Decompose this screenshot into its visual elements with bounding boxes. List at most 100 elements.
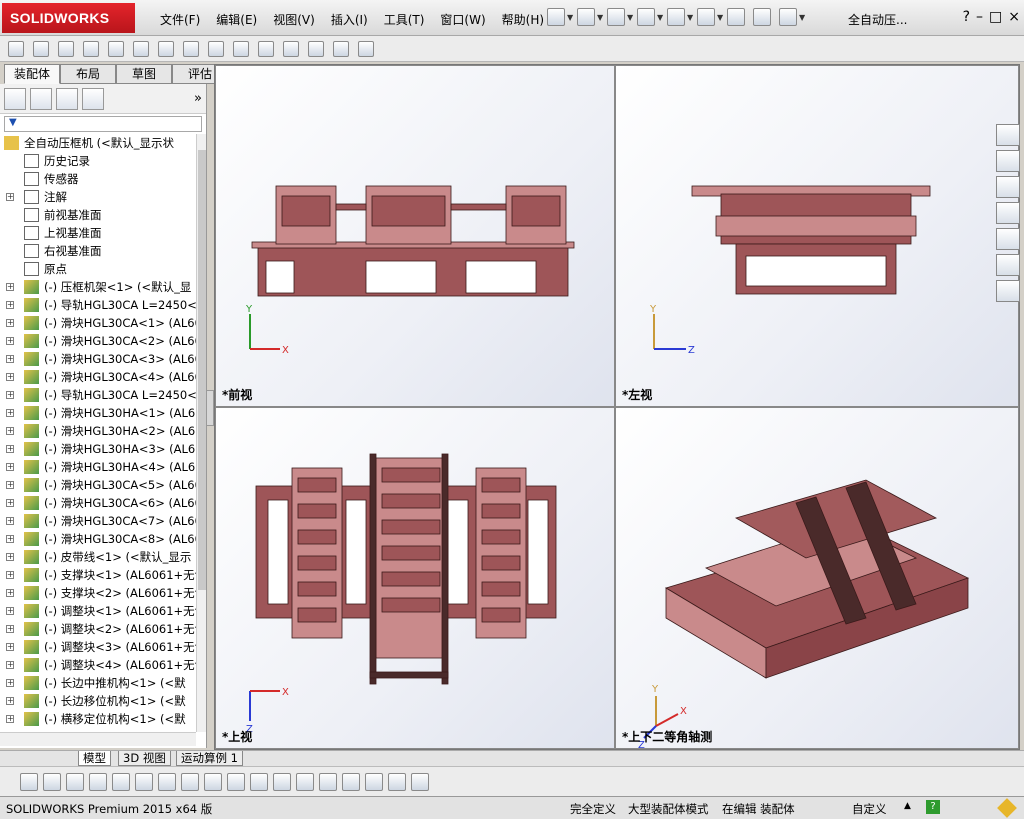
tree-component-row[interactable]: + (-) 支撑块<2> (AL6061+无色 [0, 584, 196, 602]
tree-item[interactable]: 右视基准面 [0, 242, 196, 260]
expand-icon[interactable]: + [6, 607, 14, 615]
expand-icon[interactable]: + [6, 427, 14, 435]
tree-item[interactable]: 上视基准面 [0, 224, 196, 242]
tree-item[interactable]: + 注解 [0, 188, 196, 206]
viewport-left[interactable]: Y Z *左视 [615, 65, 1019, 407]
menu-file[interactable]: 文件(F) [152, 11, 208, 28]
polygon-icon[interactable] [112, 772, 130, 791]
expand-icon[interactable]: + [6, 445, 14, 453]
panel-collapse-handle[interactable] [206, 390, 214, 426]
move-component-icon[interactable] [108, 40, 124, 57]
file-properties-icon[interactable] [753, 8, 771, 26]
expand-icon[interactable]: + [6, 535, 14, 543]
insert-component-icon[interactable] [33, 40, 49, 57]
help-icon[interactable]: ? [926, 800, 940, 814]
tree-component-row[interactable]: + (-) 滑块HGL30HA<4> (AL606 [0, 458, 196, 476]
take-snapshot-icon[interactable] [358, 40, 374, 57]
tree-component-row[interactable]: + (-) 滑块HGL30HA<1> (AL606 [0, 404, 196, 422]
assembly-features-icon[interactable] [158, 40, 174, 57]
expand-icon[interactable]: + [6, 193, 14, 201]
tag-icon[interactable] [997, 798, 1017, 818]
chevron-down-icon[interactable]: ▼ [799, 13, 805, 22]
scroll-thumb[interactable] [198, 150, 206, 590]
component-pattern-icon[interactable] [83, 40, 99, 57]
viewport-top[interactable]: X Z *上视 [215, 407, 615, 749]
expand-icon[interactable]: + [6, 355, 14, 363]
expand-icon[interactable]: + [6, 301, 14, 309]
3d-sketch-icon[interactable] [342, 772, 360, 791]
expand-icon[interactable]: + [6, 337, 14, 345]
explode-line-sketch-icon[interactable] [283, 40, 299, 57]
chevron-down-icon[interactable]: ▼ [657, 13, 663, 22]
expand-icon[interactable]: + [6, 517, 14, 525]
trim-icon[interactable] [135, 772, 153, 791]
offset-icon[interactable] [181, 772, 199, 791]
circle-icon[interactable] [66, 772, 84, 791]
tree-component-row[interactable]: + (-) 滑块HGL30CA<6> (AL606 [0, 494, 196, 512]
save-icon[interactable] [607, 8, 625, 26]
show-hidden-icon[interactable] [133, 40, 149, 57]
tree-component-row[interactable]: + (-) 滑块HGL30CA<8> (AL606 [0, 530, 196, 548]
chamfer-icon[interactable] [250, 772, 268, 791]
expand-icon[interactable]: + [6, 463, 14, 471]
tree-component-row[interactable]: + (-) 长边移位机构<1> (<默 [0, 692, 196, 710]
view-palette-icon[interactable] [996, 202, 1020, 224]
tab-assembly[interactable]: 装配体 [4, 64, 60, 84]
expand-icon[interactable]: + [6, 481, 14, 489]
forum-icon[interactable] [996, 280, 1020, 302]
tree-component-row[interactable]: + (-) 滑块HGL30HA<3> (AL606 [0, 440, 196, 458]
tab-model[interactable]: 模型 [78, 751, 111, 766]
tree-component-row[interactable]: + (-) 调整块<4> (AL6061+无色 [0, 656, 196, 674]
tree-item[interactable]: 传感器 [0, 170, 196, 188]
file-explorer-icon[interactable] [996, 176, 1020, 198]
tab-3d-views[interactable]: 3D 视图 [118, 751, 171, 766]
tree-component-row[interactable]: + (-) 滑块HGL30CA<7> (AL606 [0, 512, 196, 530]
construction-line-icon[interactable] [273, 772, 291, 791]
design-library-icon[interactable] [996, 150, 1020, 172]
print-icon[interactable] [637, 8, 655, 26]
viewport-front[interactable]: Y X *前视 [215, 65, 615, 407]
appearances-icon[interactable] [996, 228, 1020, 250]
custom-properties-icon[interactable] [996, 254, 1020, 276]
tab-sketch[interactable]: 草图 [116, 64, 172, 84]
options-icon[interactable] [779, 8, 797, 26]
expand-icon[interactable]: + [6, 625, 14, 633]
chevron-down-icon[interactable]: ▼ [567, 13, 573, 22]
tree-vertical-scrollbar[interactable] [196, 134, 206, 732]
tree-component-row[interactable]: + (-) 导轨HGL30CA L=2450<2 [0, 386, 196, 404]
smart-dimension-icon[interactable] [296, 772, 314, 791]
menu-edit[interactable]: 编辑(E) [208, 11, 265, 28]
tree-component-row[interactable]: + (-) 滑块HGL30CA<3> (AL606 [0, 350, 196, 368]
display-manager-icon[interactable] [82, 87, 104, 110]
update-speedpak-icon[interactable] [333, 40, 349, 57]
instant3d-icon[interactable] [308, 40, 324, 57]
expand-icon[interactable]: + [6, 409, 14, 417]
expand-icon[interactable]: + [6, 679, 14, 687]
expand-icon[interactable]: + [6, 661, 14, 669]
tree-component-row[interactable]: + (-) 滑块HGL30CA<1> (AL606 [0, 314, 196, 332]
bill-of-materials-icon[interactable] [233, 40, 249, 57]
tree-item[interactable]: 前视基准面 [0, 206, 196, 224]
expand-icon[interactable]: + [6, 589, 14, 597]
exploded-view-icon[interactable] [258, 40, 274, 57]
solidworks-logo[interactable]: SOLIDWORKS [2, 3, 135, 33]
viewport-isometric[interactable]: Y X Z *上下二等角轴测 [615, 407, 1019, 749]
shaded-view-icon[interactable] [365, 772, 383, 791]
expand-icon[interactable]: + [6, 715, 14, 723]
expand-icon[interactable]: + [6, 391, 14, 399]
menu-tools[interactable]: 工具(T) [376, 11, 433, 28]
property-manager-icon[interactable] [30, 87, 52, 110]
render-icon[interactable] [388, 772, 406, 791]
tree-component-row[interactable]: + (-) 调整块<3> (AL6061+无色 [0, 638, 196, 656]
tab-motion-study[interactable]: 运动算例 1 [176, 751, 243, 766]
extend-icon[interactable] [158, 772, 176, 791]
chevron-down-icon[interactable]: ▼ [687, 13, 693, 22]
expand-panel-icon[interactable]: » [194, 91, 202, 106]
reference-geometry-icon[interactable] [183, 40, 199, 57]
fillet-icon[interactable] [227, 772, 245, 791]
chevron-down-icon[interactable]: ▼ [627, 13, 633, 22]
configuration-manager-icon[interactable] [56, 87, 78, 110]
menu-window[interactable]: 窗口(W) [432, 11, 493, 28]
expand-icon[interactable]: + [6, 283, 14, 291]
line-icon[interactable] [89, 772, 107, 791]
